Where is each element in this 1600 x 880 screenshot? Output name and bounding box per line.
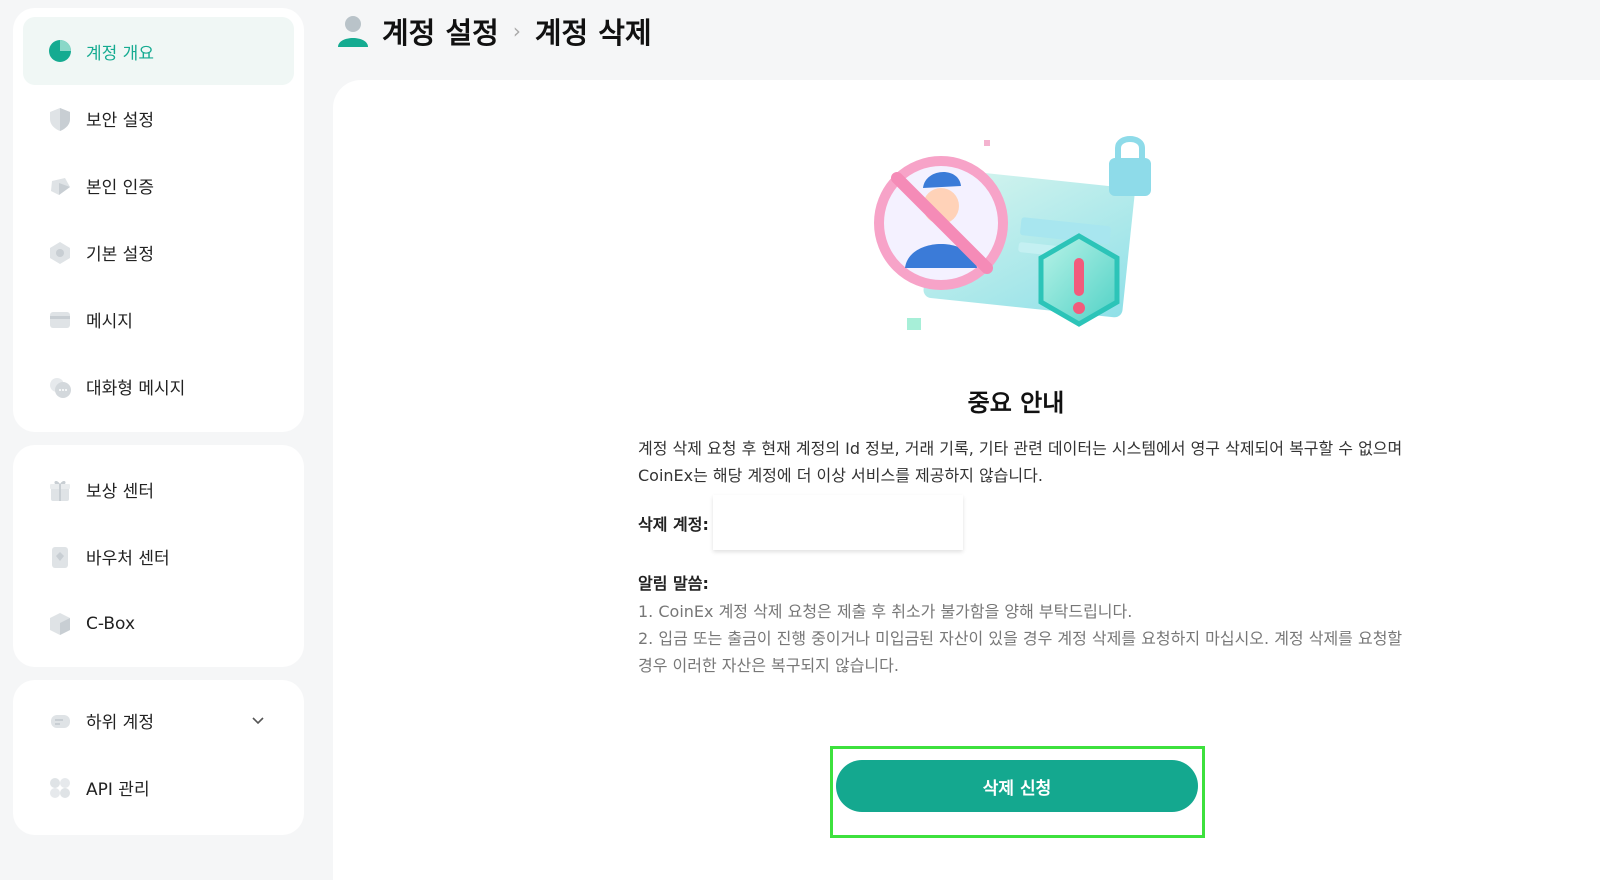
sidebar-item-label: C-Box — [86, 613, 135, 634]
api-icon — [50, 777, 70, 798]
main-panel: 중요 안내 계정 삭제 요청 후 현재 계정의 Id 정보, 거래 기록, 기타… — [333, 80, 1600, 880]
user-icon — [338, 16, 368, 47]
notes-title: 알림 말씀: — [638, 574, 709, 593]
sidebar-item-sub-accounts[interactable]: 하위 계정 — [23, 687, 294, 754]
notice-description: 계정 삭제 요청 후 현재 계정의 Id 정보, 거래 기록, 기타 관련 데이… — [638, 439, 1403, 485]
delete-account-label: 삭제 계정: — [638, 514, 709, 534]
account-delete-warning-illustration — [874, 136, 1151, 330]
settings-icon — [50, 241, 70, 264]
page-title: 계정 삭제 — [534, 16, 652, 50]
sidebar-item-api[interactable]: API 관리 — [23, 754, 294, 821]
breadcrumb-root[interactable]: 계정 설정 — [382, 10, 499, 52]
sidebar-group-subaccounts: 하위 계정 API 관리 — [13, 680, 304, 835]
note-item: 2. 입금 또는 출금이 진행 중이거나 미입금된 자산이 있을 경우 계정 삭… — [638, 629, 1403, 675]
note-item: 1. CoinEx 계정 삭제 요청은 제출 후 취소가 불가함을 양해 부탁드… — [638, 602, 1133, 621]
chevron-down-icon[interactable] — [250, 713, 266, 729]
submit-highlight-box: 삭제 신청 — [830, 746, 1205, 838]
voucher-icon — [52, 546, 68, 568]
sidebar-item-label: 하위 계정 — [86, 713, 154, 733]
notes-list: 1. CoinEx 계정 삭제 요청은 제출 후 취소가 불가함을 양해 부탁드… — [638, 598, 1403, 679]
breadcrumb: 계정 설정 › 계정 삭제 — [336, 10, 652, 52]
sidebar-item-label: 보안 설정 — [86, 111, 154, 131]
sidebar-item-vouchers[interactable]: 바우처 센터 — [23, 523, 294, 590]
box-icon — [50, 612, 70, 635]
pie-chart-icon — [49, 40, 71, 62]
sidebar-item-account-overview[interactable]: 계정 개요 — [23, 17, 294, 85]
sidebar-item-security[interactable]: 보안 설정 — [23, 85, 294, 152]
message-icon — [50, 311, 70, 328]
sidebar-item-label: 보상 센터 — [86, 482, 154, 502]
sidebar-item-label: 대화형 메시지 — [86, 379, 186, 399]
sidebar-item-label: 계정 개요 — [86, 43, 154, 64]
sidebar-item-cbox[interactable]: C-Box — [23, 590, 294, 657]
sidebar-item-chat[interactable]: 대화형 메시지 — [23, 353, 294, 420]
submit-deletion-button[interactable]: 삭제 신청 — [836, 760, 1198, 812]
shield-icon — [50, 107, 70, 131]
notice-title: 중요 안내 — [967, 389, 1065, 417]
sidebar-item-messages[interactable]: 메시지 — [23, 286, 294, 353]
sub-account-icon — [51, 714, 70, 728]
sidebar-item-label: 바우처 센터 — [86, 549, 170, 569]
id-verify-icon — [51, 177, 70, 195]
sidebar: 계정 개요 보안 설정 본인 인증 기본 설정 메시지 대화형 메시지 보상 센… — [13, 8, 304, 848]
sidebar-item-preferences[interactable]: 기본 설정 — [23, 219, 294, 286]
sidebar-item-label: 본인 인증 — [86, 178, 154, 198]
sidebar-group-account: 계정 개요 보안 설정 본인 인증 기본 설정 메시지 대화형 메시지 — [13, 8, 304, 432]
sidebar-item-identity[interactable]: 본인 인증 — [23, 152, 294, 219]
sidebar-item-label: 메시지 — [86, 312, 133, 332]
sidebar-group-rewards: 보상 센터 바우처 센터 C-Box — [13, 445, 304, 667]
sidebar-item-label: 기본 설정 — [86, 245, 154, 265]
gift-icon — [50, 480, 70, 501]
sidebar-item-rewards[interactable]: 보상 센터 — [23, 456, 294, 523]
delete-account-field-row: 삭제 계정: — [638, 495, 963, 550]
chat-icon — [50, 377, 71, 398]
delete-account-input[interactable] — [712, 495, 963, 550]
chevron-right-icon: › — [512, 19, 521, 43]
sidebar-item-label: API 관리 — [86, 780, 150, 800]
